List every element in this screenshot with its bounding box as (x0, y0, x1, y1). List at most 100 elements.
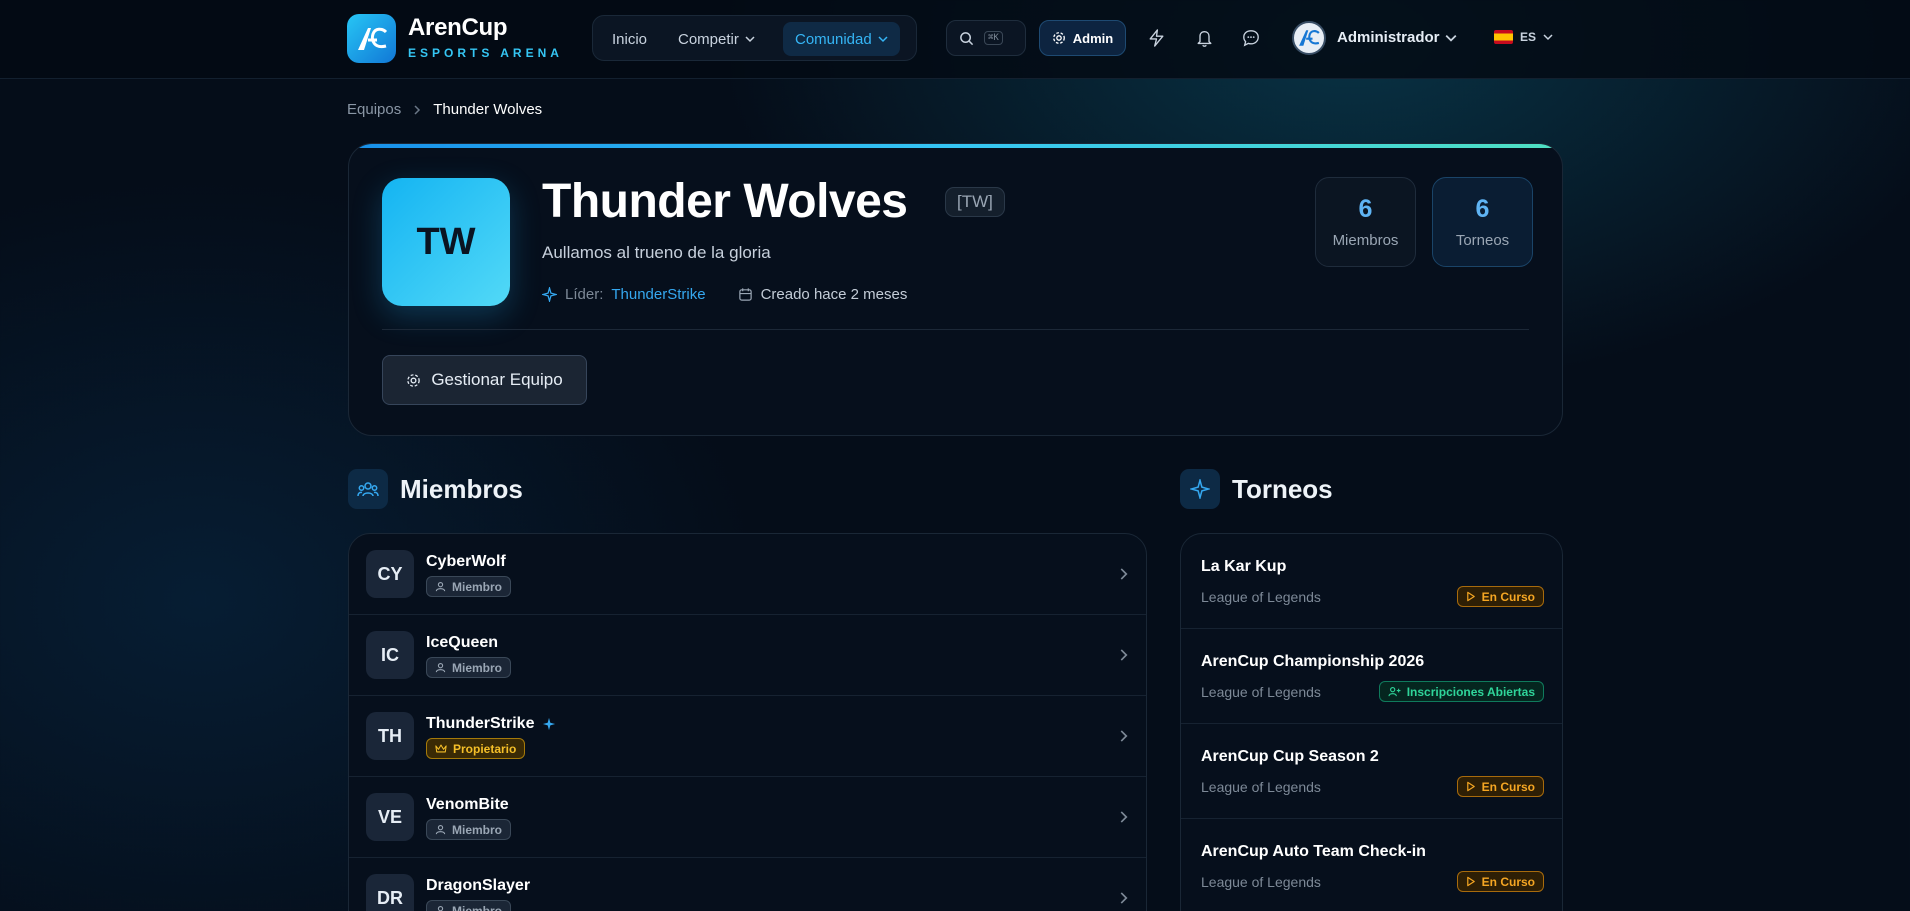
members-stat-label: Miembros (1332, 232, 1399, 249)
calendar-icon (738, 288, 752, 301)
team-header-card: TW Thunder Wolves [TW] Aullamos al truen… (348, 143, 1563, 436)
activity-button[interactable] (1142, 24, 1170, 52)
user-icon (435, 582, 446, 592)
chevron-right-icon (1120, 811, 1128, 823)
tournament-game: League of Legends (1201, 874, 1321, 890)
leader-link[interactable]: ThunderStrike (611, 286, 705, 303)
member-avatar: DR (366, 874, 414, 911)
divider (382, 329, 1529, 330)
logo-icon (357, 27, 387, 50)
status-badge: Inscripciones Abiertas (1378, 681, 1544, 702)
tournament-name: ArenCup Championship 2026 (1201, 653, 1425, 670)
messages-button[interactable] (1237, 24, 1265, 52)
user-avatar-logo-icon (1299, 30, 1320, 46)
tournaments-section-header: Torneos (1180, 469, 1333, 509)
search-shortcut: ⌘K (984, 31, 1003, 45)
chevron-down-icon[interactable] (1445, 32, 1457, 44)
user-plus-icon (1388, 687, 1401, 697)
nav-item-label: Inicio (612, 30, 648, 48)
tournament-row[interactable]: ArenCup Auto Team Check-in League of Leg… (1181, 819, 1562, 911)
tournament-game: League of Legends (1201, 779, 1321, 795)
search-button[interactable]: ⌘K (946, 20, 1026, 56)
brand-logo[interactable] (347, 14, 396, 63)
chevron-right-icon (1120, 568, 1128, 580)
manage-team-label: Gestionar Equipo (431, 370, 563, 389)
tournament-name: ArenCup Auto Team Check-in (1201, 843, 1426, 860)
tournaments-list: La Kar Kup League of Legends En Curso Ar… (1180, 533, 1563, 911)
crown-icon (435, 744, 447, 753)
gear-icon (407, 373, 421, 387)
tournament-name: La Kar Kup (1201, 558, 1287, 575)
member-row[interactable]: IC IceQueen Miembro (349, 615, 1146, 696)
member-name: VenomBite (426, 796, 509, 814)
nav-item-competir[interactable]: Competir (666, 22, 767, 56)
chevron-right-icon (1120, 892, 1128, 904)
member-row[interactable]: CY CyberWolf Miembro (349, 534, 1146, 615)
role-badge: Miembro (426, 900, 512, 911)
tournament-game: League of Legends (1201, 589, 1321, 605)
play-icon (1466, 876, 1475, 887)
team-meta: Líder: ThunderStrike Creado hace 2 meses (542, 286, 907, 303)
nav-item-label: Competir (678, 30, 739, 48)
play-icon (1466, 781, 1475, 792)
status-badge: En Curso (1456, 776, 1544, 797)
breadcrumb: Equipos Thunder Wolves (347, 101, 542, 118)
role-badge: Propietario (426, 738, 526, 759)
avatar[interactable] (1292, 21, 1326, 55)
manage-team-button[interactable]: Gestionar Equipo (382, 355, 587, 405)
admin-label: Admin (1072, 30, 1114, 46)
role-badge: Miembro (426, 657, 512, 678)
brand-name[interactable]: ArenCup (408, 14, 508, 42)
member-row[interactable]: VE VenomBite Miembro (349, 777, 1146, 858)
member-row[interactable]: TH ThunderStrike Propietario (349, 696, 1146, 777)
tournament-name: ArenCup Cup Season 2 (1201, 748, 1379, 765)
language-selector[interactable]: ES (1494, 30, 1553, 44)
status-label: Inscripciones Abiertas (1406, 684, 1535, 699)
breadcrumb-current: Thunder Wolves (433, 101, 543, 118)
role-label: Miembro (452, 660, 503, 675)
leader-label: Líder: (565, 286, 604, 303)
member-name-text: IceQueen (426, 634, 499, 651)
tournament-row[interactable]: ArenCup Cup Season 2 League of Legends E… (1181, 724, 1562, 819)
members-section-title: Miembros (400, 473, 523, 504)
team-tag: [TW] (945, 187, 1005, 217)
tournament-row[interactable]: ArenCup Championship 2026 League of Lege… (1181, 629, 1562, 724)
member-name: IceQueen (426, 634, 498, 652)
notifications-button[interactable] (1190, 24, 1218, 52)
breadcrumb-teams-link[interactable]: Equipos (347, 101, 401, 118)
tournaments-stat-label: Torneos (1455, 232, 1510, 249)
search-icon (960, 31, 974, 45)
member-avatar: TH (366, 712, 414, 760)
member-name-text: DragonSlayer (426, 877, 531, 894)
role-label: Miembro (452, 903, 503, 911)
card-accent-bar (349, 144, 1562, 148)
member-avatar: VE (366, 793, 414, 841)
spain-flag-icon (1494, 30, 1513, 44)
nav-item-inicio[interactable]: Inicio (600, 22, 659, 56)
chevron-right-icon (1120, 730, 1128, 742)
role-label: Propietario (453, 741, 517, 756)
tournaments-stat: 6 Torneos (1432, 177, 1533, 267)
sparkle-icon (543, 717, 556, 731)
members-count: 6 (1358, 195, 1373, 223)
top-navbar: ArenCup ESPORTS ARENA Inicio Competir Co… (0, 0, 1910, 79)
tournament-row[interactable]: La Kar Kup League of Legends En Curso (1181, 534, 1562, 629)
team-motto: Aullamos al trueno de la gloria (542, 243, 771, 262)
members-section-header: Miembros (348, 469, 523, 509)
chevron-down-icon (745, 36, 755, 43)
chat-icon (1243, 30, 1259, 47)
admin-button[interactable]: Admin (1039, 20, 1126, 56)
member-name: DragonSlayer (426, 877, 530, 895)
nav-item-comunidad[interactable]: Comunidad (783, 22, 900, 56)
gear-icon (1052, 32, 1065, 44)
member-row[interactable]: DR DragonSlayer Miembro (349, 858, 1146, 911)
main-nav: Inicio Competir Comunidad (592, 15, 917, 61)
sparkle-icon (542, 287, 557, 302)
created-date: Creado hace 2 meses (760, 286, 908, 303)
member-name: CyberWolf (426, 553, 506, 571)
role-label: Miembro (452, 822, 503, 837)
user-icon (435, 825, 446, 835)
user-name[interactable]: Administrador (1337, 29, 1440, 46)
user-icon (435, 663, 446, 673)
team-name: Thunder Wolves (542, 175, 908, 228)
